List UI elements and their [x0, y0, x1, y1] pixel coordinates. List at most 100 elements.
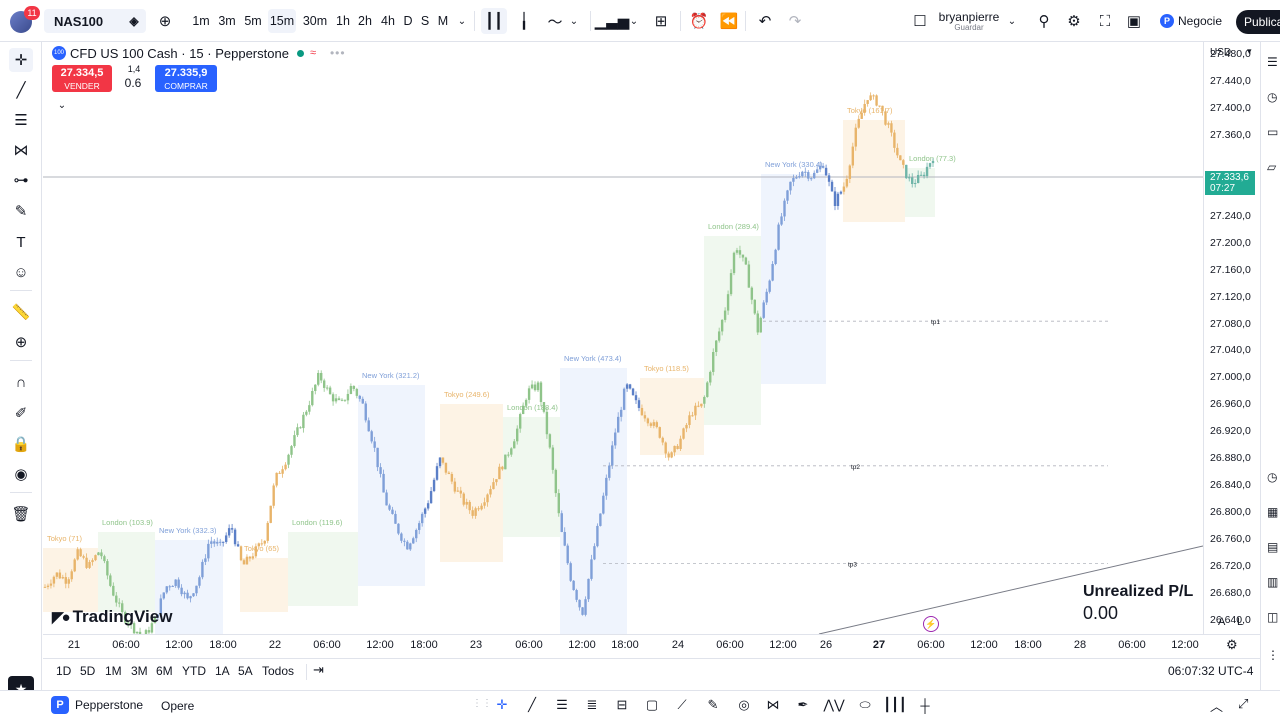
- go-to-date-icon[interactable]: ⇥: [313, 662, 324, 678]
- quick-search-icon[interactable]: ⚲: [1034, 0, 1054, 42]
- lock-icon[interactable]: 🔒: [9, 432, 33, 456]
- timeframe-m[interactable]: M: [436, 0, 450, 42]
- range-3m[interactable]: 3M: [131, 664, 148, 678]
- indicators-dropdown-icon[interactable]: ⌄: [627, 0, 641, 42]
- range-1m[interactable]: 1M: [105, 664, 122, 678]
- panel-expand-icon[interactable]: ︿: [1210, 696, 1223, 715]
- brush-icon[interactable]: ✎: [9, 199, 33, 223]
- more-side-icon[interactable]: ⋮: [1267, 648, 1279, 662]
- templates-grid-icon[interactable]: ⊞: [650, 0, 672, 42]
- sell-button[interactable]: 27.334,5 VENDER: [52, 65, 112, 92]
- range-ytd[interactable]: YTD: [182, 664, 206, 678]
- line-tool-icon[interactable]: ╱: [522, 696, 542, 714]
- volume-profile-icon[interactable]: ┃┃┃: [883, 696, 906, 714]
- channel-tool-icon[interactable]: ⊟: [612, 696, 632, 714]
- visibility-eye-icon[interactable]: ◉: [9, 462, 33, 486]
- ideas-side-icon[interactable]: ▦: [1267, 505, 1278, 519]
- buy-button[interactable]: 27.335,9 COMPRAR: [155, 65, 217, 92]
- fib-tool-icon[interactable]: ☰: [552, 696, 572, 714]
- replay-icon[interactable]: ⏪: [718, 0, 740, 42]
- timeframe-5m[interactable]: 5m: [242, 0, 264, 42]
- pen-tool-icon[interactable]: ✒: [793, 696, 813, 714]
- help-side-icon[interactable]: ◫: [1267, 610, 1278, 624]
- range-1a[interactable]: 1A: [215, 664, 230, 678]
- magnet-icon[interactable]: ∩: [9, 370, 33, 394]
- log-scale-button[interactable]: L: [1237, 616, 1243, 628]
- trend-line-icon[interactable]: ╱: [9, 78, 33, 102]
- notes-side-icon[interactable]: ▱: [1267, 160, 1276, 174]
- candlestick-chart[interactable]: Tokyo (71) London (103.9) New York (332.3)…: [43, 42, 1203, 634]
- streams-side-icon[interactable]: ▤: [1267, 540, 1278, 554]
- patterns-icon[interactable]: ⋈: [9, 138, 33, 162]
- symbol-search[interactable]: NAS100 ◈: [44, 9, 146, 33]
- legend-more-icon[interactable]: •••: [330, 46, 346, 60]
- emoji-icon[interactable]: ☺: [9, 260, 33, 284]
- rectangle-tool-icon[interactable]: ▢: [642, 696, 662, 714]
- callout-tool-icon[interactable]: ⬭: [855, 696, 875, 714]
- undo-icon[interactable]: ↶: [755, 0, 775, 42]
- publish-button[interactable]: Publica: [1236, 10, 1280, 34]
- lightning-icon[interactable]: ⚡: [923, 616, 939, 632]
- watchlist-icon[interactable]: ◈: [126, 13, 142, 29]
- trash-icon[interactable]: 🗑: [9, 502, 33, 526]
- fullscreen-icon[interactable]: ⛶: [1095, 0, 1115, 42]
- calendar-side-icon[interactable]: ◷: [1267, 470, 1277, 484]
- redo-icon[interactable]: ↷: [785, 0, 805, 42]
- indicators-icon[interactable]: ▁▃▅: [595, 0, 630, 42]
- snapshot-camera-icon[interactable]: ▣: [1124, 0, 1144, 42]
- watchlist-side-icon[interactable]: ☰: [1267, 55, 1278, 69]
- bars-chart-type-icon[interactable]: ╽: [514, 0, 534, 42]
- vertical-line-icon[interactable]: ┼: [915, 696, 935, 714]
- fib-retracement-icon[interactable]: ☰: [9, 108, 33, 132]
- panel-maximize-icon[interactable]: ⤢: [1238, 696, 1248, 712]
- path-tool-icon[interactable]: ⟋: [672, 696, 692, 714]
- gann-tool-icon[interactable]: ≣: [582, 696, 602, 714]
- forecast-tools-icon[interactable]: ⊶: [9, 168, 33, 192]
- timeframe-3m[interactable]: 3m: [216, 0, 238, 42]
- alerts-side-icon[interactable]: ◷: [1267, 90, 1277, 104]
- chat-side-icon[interactable]: ▭: [1267, 125, 1278, 139]
- chart-pane[interactable]: Tokyo (71) London (103.9) New York (332.3)…: [43, 42, 1203, 634]
- timeframe-dropdown-icon[interactable]: ⌄: [455, 0, 469, 42]
- range-6m[interactable]: 6M: [156, 664, 173, 678]
- broker-tab[interactable]: P Pepperstone: [51, 696, 143, 714]
- timeframe-s[interactable]: S: [419, 0, 431, 42]
- axis-settings-icon[interactable]: ⚙: [1226, 637, 1238, 653]
- timeframe-1m[interactable]: 1m: [190, 0, 212, 42]
- crosshair-icon[interactable]: ✛: [9, 48, 33, 72]
- ruler-icon[interactable]: 📏: [9, 300, 33, 324]
- pattern-tool-icon[interactable]: ⋈: [763, 696, 783, 714]
- clock-timezone[interactable]: 06:07:32 UTC-4: [1168, 664, 1253, 678]
- target-tool-icon[interactable]: ◎: [734, 696, 754, 714]
- zoom-in-icon[interactable]: ⊕: [9, 330, 33, 354]
- cursor-cross-icon[interactable]: ✛: [492, 696, 512, 714]
- trade-tab[interactable]: Opere: [161, 699, 194, 713]
- timeframe-4h[interactable]: 4h: [379, 0, 397, 42]
- compare-symbol-icon[interactable]: ⊕: [155, 0, 175, 42]
- layout-name[interactable]: bryanpierre Guardar: [937, 0, 1001, 42]
- range-5a[interactable]: 5A: [238, 664, 253, 678]
- elliott-wave-icon[interactable]: ⋀⋁: [823, 696, 844, 714]
- layout-dropdown-icon[interactable]: ⌄: [1005, 0, 1019, 42]
- alert-clock-icon[interactable]: ⏰: [688, 0, 710, 42]
- timeframe-2h[interactable]: 2h: [356, 0, 374, 42]
- dom-side-icon[interactable]: ▥: [1267, 575, 1278, 589]
- range-todos[interactable]: Todos: [262, 664, 294, 678]
- settings-gear-icon[interactable]: ⚙: [1064, 0, 1084, 42]
- brush-tool-icon[interactable]: ✎: [703, 696, 723, 714]
- auto-scale-button[interactable]: A: [1218, 616, 1225, 628]
- text-tool-icon[interactable]: T: [9, 230, 33, 254]
- range-5d[interactable]: 5D: [80, 664, 95, 678]
- stay-in-drawing-mode-icon[interactable]: ✐: [9, 401, 33, 425]
- drag-handle-icon[interactable]: ⋮⋮: [472, 698, 492, 709]
- range-1d[interactable]: 1D: [56, 664, 71, 678]
- chart-legend[interactable]: 100 CFD US 100 Cash · 15 · Pepperstone ≈…: [52, 44, 346, 62]
- line-chart-type-icon[interactable]: 〜: [544, 0, 566, 42]
- timeframe-d[interactable]: D: [401, 0, 415, 42]
- timeframe-30m[interactable]: 30m: [302, 0, 328, 42]
- candles-chart-type-icon[interactable]: ┃┃: [481, 8, 507, 34]
- collapse-chevron-icon[interactable]: ⌄: [52, 97, 72, 113]
- trade-button[interactable]: P Negocie: [1158, 0, 1224, 42]
- layout-square-icon[interactable]: ☐: [910, 0, 930, 42]
- timeframe-15m[interactable]: 15m: [268, 9, 296, 33]
